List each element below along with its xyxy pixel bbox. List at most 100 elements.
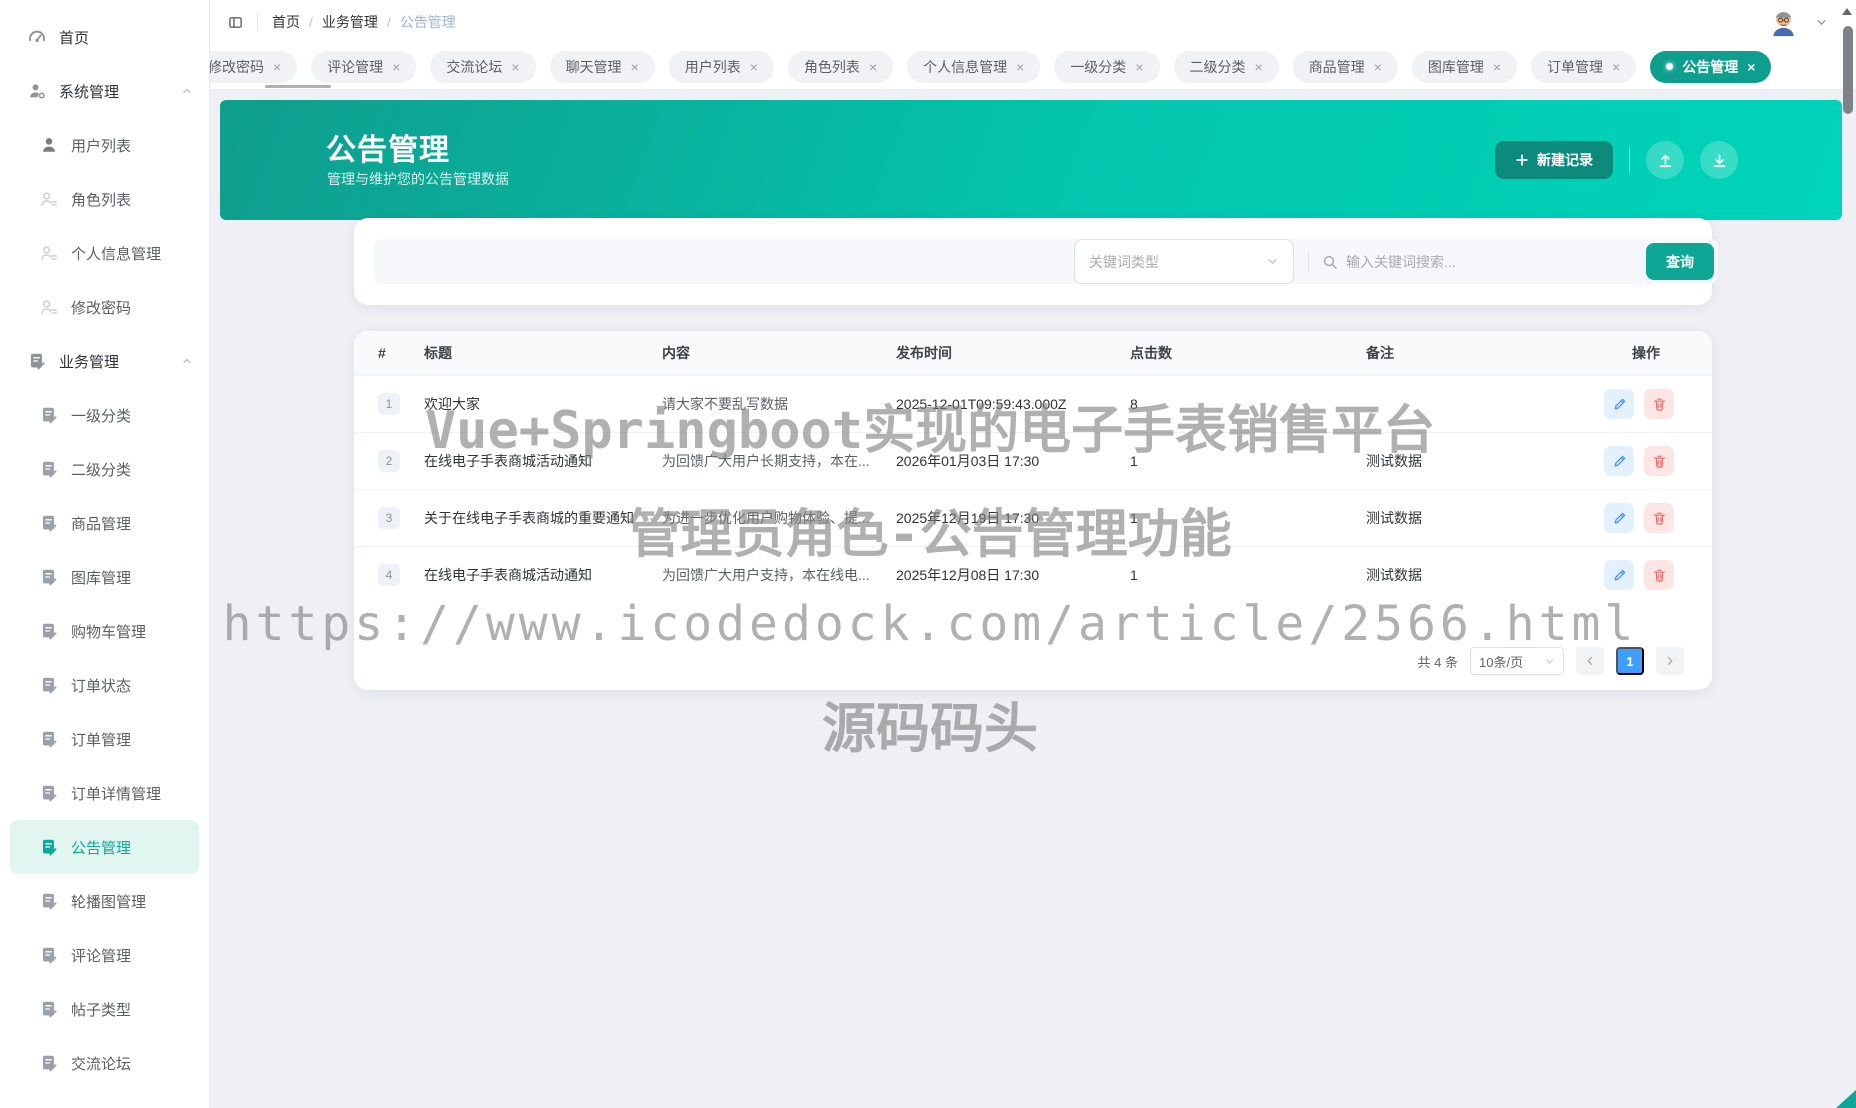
- sidebar-item-label: 二级分类: [71, 461, 132, 479]
- delete-button[interactable]: [1644, 503, 1674, 533]
- close-icon[interactable]: ×: [1374, 60, 1382, 74]
- export-button[interactable]: [1700, 141, 1738, 179]
- close-icon[interactable]: ×: [869, 60, 877, 74]
- tab-profile-mgmt[interactable]: 个人信息管理 ×: [907, 50, 1041, 83]
- main-content: 公告管理 管理与维护您的公告管理数据 新建记录 关键词类型 输入关键词搜索...…: [210, 90, 1856, 1108]
- delete-button[interactable]: [1644, 446, 1674, 476]
- tab-user-list[interactable]: 用户列表 ×: [668, 50, 774, 83]
- close-icon[interactable]: ×: [1612, 60, 1620, 74]
- edit-button[interactable]: [1604, 560, 1634, 590]
- sidebar-item-label: 修改密码: [71, 299, 132, 317]
- edit-button[interactable]: [1604, 389, 1634, 419]
- sidebar-item-forum[interactable]: 交流论坛: [0, 1036, 209, 1090]
- close-icon[interactable]: ×: [1255, 60, 1263, 74]
- close-icon[interactable]: ×: [1747, 60, 1755, 74]
- topbar: 首页 / 业务管理 / 公告管理: [210, 0, 1856, 44]
- sidebar-item-comment-mgmt[interactable]: 评论管理: [0, 928, 209, 982]
- delete-button[interactable]: [1644, 389, 1674, 419]
- close-icon[interactable]: ×: [511, 60, 519, 74]
- sidebar-item-category-level1[interactable]: 一级分类: [0, 388, 209, 442]
- sidebar-item-profile-mgmt[interactable]: 个人信息管理: [0, 226, 209, 280]
- edit-button[interactable]: [1604, 503, 1634, 533]
- cell-title: 在线电子手表商城活动通知: [424, 453, 592, 469]
- breadcrumb-separator: /: [309, 14, 313, 30]
- tab-chat-mgmt[interactable]: 聊天管理 ×: [549, 50, 655, 83]
- delete-button[interactable]: [1644, 560, 1674, 590]
- close-icon[interactable]: ×: [750, 60, 758, 74]
- tabs-scrollbar-thumb[interactable]: [265, 85, 331, 88]
- query-button[interactable]: 查询: [1646, 243, 1714, 280]
- close-icon[interactable]: ×: [631, 60, 639, 74]
- keyword-type-select[interactable]: 关键词类型: [1074, 239, 1294, 284]
- tab-category-level1[interactable]: 一级分类 ×: [1054, 50, 1160, 83]
- sidebar-item-change-password[interactable]: 修改密码: [0, 280, 209, 334]
- pencil-icon: [1612, 454, 1627, 469]
- topbar-divider: [257, 13, 258, 31]
- sidebar-item-product-mgmt[interactable]: 商品管理: [0, 496, 209, 550]
- doc-edit-icon: [40, 1054, 58, 1072]
- sidebar-item-user-list[interactable]: 用户列表: [0, 118, 209, 172]
- column-header-content: 内容: [662, 345, 690, 361]
- cell-clicks: 8: [1130, 396, 1138, 412]
- sidebar-item-announcement-mgmt[interactable]: 公告管理: [10, 820, 199, 874]
- doc-edit-icon: [40, 622, 58, 640]
- column-header-index: #: [378, 345, 386, 361]
- tab-role-list[interactable]: 角色列表 ×: [787, 50, 894, 83]
- close-icon[interactable]: ×: [1493, 60, 1501, 74]
- page-title: 公告管理: [326, 134, 450, 167]
- prev-page-button[interactable]: [1576, 647, 1604, 675]
- keyword-type-placeholder: 关键词类型: [1089, 253, 1159, 270]
- sidebar-item-label: 首页: [59, 29, 90, 47]
- sidebar-item-gallery-mgmt[interactable]: 图库管理: [0, 550, 209, 604]
- user-avatar[interactable]: [1767, 5, 1800, 38]
- cell-clicks: 1: [1130, 510, 1138, 526]
- sidebar-item-order-detail-mgmt[interactable]: 订单详情管理: [0, 766, 209, 820]
- sidebar-item-label: 公告管理: [71, 839, 132, 857]
- cell-clicks: 1: [1130, 453, 1138, 469]
- row-index-badge: 4: [378, 564, 400, 586]
- new-record-button[interactable]: 新建记录: [1495, 141, 1613, 179]
- sidebar-item-business-mgmt[interactable]: 业务管理: [0, 334, 209, 388]
- sidebar-item-cart-mgmt[interactable]: 购物车管理: [0, 604, 209, 658]
- tab-gallery-mgmt[interactable]: 图库管理 ×: [1411, 50, 1518, 83]
- cell-content: 请大家不要乱写数据: [662, 396, 788, 412]
- scrollbar-up-arrow[interactable]: [1842, 8, 1852, 15]
- doc-edit-icon: [40, 1000, 58, 1018]
- user-icon: [40, 136, 58, 154]
- sidebar-item-system-mgmt[interactable]: 系统管理: [0, 64, 209, 118]
- vertical-scrollbar-thumb[interactable]: [1843, 26, 1853, 114]
- next-page-button[interactable]: [1656, 647, 1684, 675]
- sidebar-item-category-level2[interactable]: 二级分类: [0, 442, 209, 496]
- close-icon[interactable]: ×: [392, 60, 400, 74]
- tab-category-level2[interactable]: 二级分类 ×: [1173, 50, 1279, 83]
- edit-button[interactable]: [1604, 446, 1634, 476]
- current-page-button[interactable]: 1: [1616, 647, 1644, 675]
- keyword-search-input[interactable]: [1346, 253, 1646, 270]
- trash-icon: [1652, 511, 1667, 526]
- tab-product-mgmt[interactable]: 商品管理 ×: [1292, 50, 1398, 83]
- sidebar-item-post-type[interactable]: 帖子类型: [0, 982, 209, 1036]
- sidebar-item-banner-mgmt[interactable]: 轮播图管理: [0, 874, 209, 928]
- tab-comment-mgmt[interactable]: 评论管理 ×: [311, 50, 417, 83]
- page-size-select[interactable]: 10条/页: [1470, 647, 1564, 675]
- close-icon[interactable]: ×: [1016, 60, 1024, 74]
- tab-change-password[interactable]: 修改密码 ×: [210, 50, 298, 83]
- sidebar-collapse-icon[interactable]: [228, 15, 243, 30]
- tab-forum[interactable]: 交流论坛 ×: [430, 50, 536, 83]
- import-button[interactable]: [1646, 141, 1684, 179]
- close-icon[interactable]: ×: [1135, 60, 1143, 74]
- close-icon[interactable]: ×: [273, 60, 281, 74]
- tab-announcement-mgmt[interactable]: 公告管理 ×: [1650, 50, 1772, 83]
- sidebar-item-home[interactable]: 首页: [0, 10, 209, 64]
- chevron-down-icon: [1266, 255, 1279, 268]
- user-menu-chevron-down-icon[interactable]: [1815, 16, 1828, 29]
- breadcrumb-business-mgmt[interactable]: 业务管理: [322, 12, 378, 32]
- table-row: 2 在线电子手表商城活动通知 为回馈广大用户长期支持，本在... 2026年01…: [354, 432, 1712, 489]
- breadcrumb-home[interactable]: 首页: [272, 12, 300, 32]
- cell-publish-time: 2025-12-01T09:59:43.000Z: [896, 396, 1067, 412]
- tab-order-mgmt[interactable]: 订单管理 ×: [1531, 50, 1637, 83]
- tab-label: 修改密码: [210, 58, 264, 75]
- sidebar-item-role-list[interactable]: 角色列表: [0, 172, 209, 226]
- sidebar-item-order-mgmt[interactable]: 订单管理: [0, 712, 209, 766]
- sidebar-item-order-status[interactable]: 订单状态: [0, 658, 209, 712]
